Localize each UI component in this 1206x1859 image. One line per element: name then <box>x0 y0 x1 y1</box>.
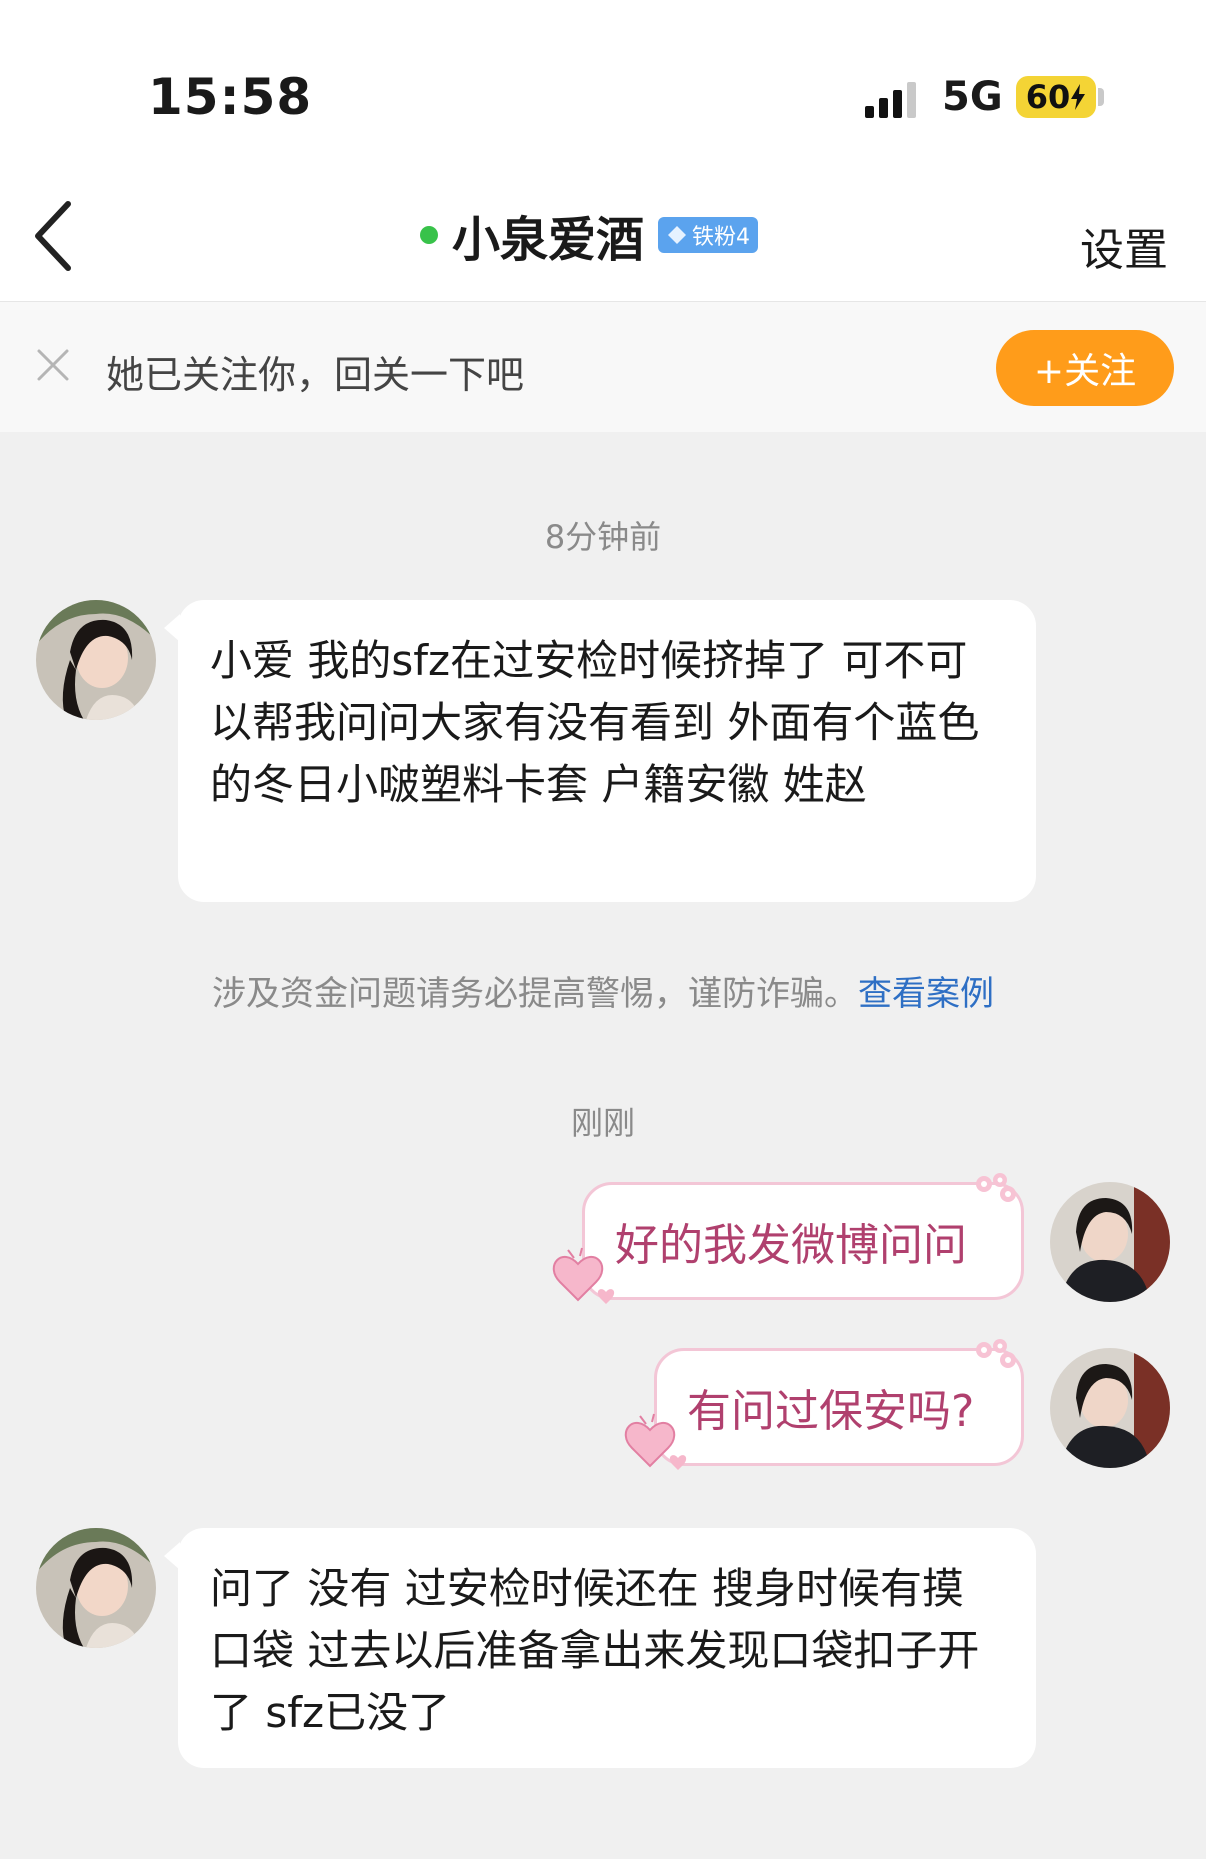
outgoing-message[interactable]: 有问过保安吗? <box>654 1348 1024 1466</box>
status-bar: 15:58 5G 60 <box>0 0 1206 170</box>
back-chevron-icon[interactable] <box>28 196 88 276</box>
follow-back-banner: 她已关注你，回关一下吧 +关注 <box>0 302 1206 432</box>
my-avatar-image <box>1050 1348 1170 1468</box>
battery-nub <box>1098 88 1104 106</box>
message-timestamp: 8分钟前 <box>544 518 662 556</box>
message-text: 小爱 我的sfz在过安检时候挤掉了 可不可以帮我问问大家有没有看到 外面有个蓝色… <box>210 636 980 809</box>
network-type: 5G <box>942 74 1003 120</box>
outgoing-message[interactable]: 好的我发微博问问 <box>582 1182 1024 1300</box>
sender-avatar-image <box>36 600 156 720</box>
heart-gift-sticker-icon <box>552 1247 615 1304</box>
flower-sticker-icon <box>976 1339 1016 1368</box>
follow-button[interactable]: +关注 <box>996 330 1174 406</box>
chat-title-group: 小泉爱酒 铁粉4 <box>420 200 759 270</box>
status-time: 15:58 <box>148 68 313 126</box>
fan-level-badge: 铁粉4 <box>658 217 759 253</box>
view-cases-link[interactable]: 查看案例 <box>858 974 994 1014</box>
sender-avatar-image <box>36 1528 156 1648</box>
my-avatar-image <box>1050 1182 1170 1302</box>
flower-sticker-icon <box>976 1173 1016 1202</box>
online-status-dot <box>420 226 438 244</box>
follow-back-text: 她已关注你，回关一下吧 <box>106 353 525 397</box>
battery-indicator: 60 <box>1016 76 1096 118</box>
settings-button[interactable]: 设置 <box>1080 214 1168 278</box>
incoming-message[interactable]: 问了 没有 过安检时候还在 搜身时候有摸口袋 过去以后准备拿出来发现口袋扣子开了… <box>178 1528 1036 1768</box>
message-text: 有问过保安吗? <box>687 1386 975 1437</box>
close-icon[interactable] <box>36 348 70 382</box>
cellular-signal-icon <box>865 82 916 118</box>
avatar[interactable] <box>1050 1348 1170 1468</box>
fan-level-label: 铁粉4 <box>692 225 751 250</box>
heart-gift-sticker-icon <box>624 1413 687 1470</box>
chat-title[interactable]: 小泉爱酒 <box>452 200 644 270</box>
diamond-icon <box>668 226 687 244</box>
avatar[interactable] <box>36 1528 156 1648</box>
avatar[interactable] <box>1050 1182 1170 1302</box>
incoming-message[interactable]: 小爱 我的sfz在过安检时候挤掉了 可不可以帮我问问大家有没有看到 外面有个蓝色… <box>178 600 1036 902</box>
fraud-warning: 涉及资金问题请务必提高警惕，谨防诈骗。查看案例 <box>0 966 1206 1015</box>
fraud-warning-text: 涉及资金问题请务必提高警惕，谨防诈骗。 <box>212 974 858 1014</box>
chat-header: 小泉爱酒 铁粉4 设置 <box>0 170 1206 302</box>
charging-bolt-icon <box>1071 84 1086 110</box>
battery-level: 60 <box>1025 78 1071 116</box>
message-text: 问了 没有 过安检时候还在 搜身时候有摸口袋 过去以后准备拿出来发现口袋扣子开了… <box>210 1564 980 1737</box>
avatar[interactable] <box>36 600 156 720</box>
message-timestamp: 刚刚 <box>570 1104 635 1142</box>
message-text: 好的我发微博问问 <box>615 1220 967 1271</box>
